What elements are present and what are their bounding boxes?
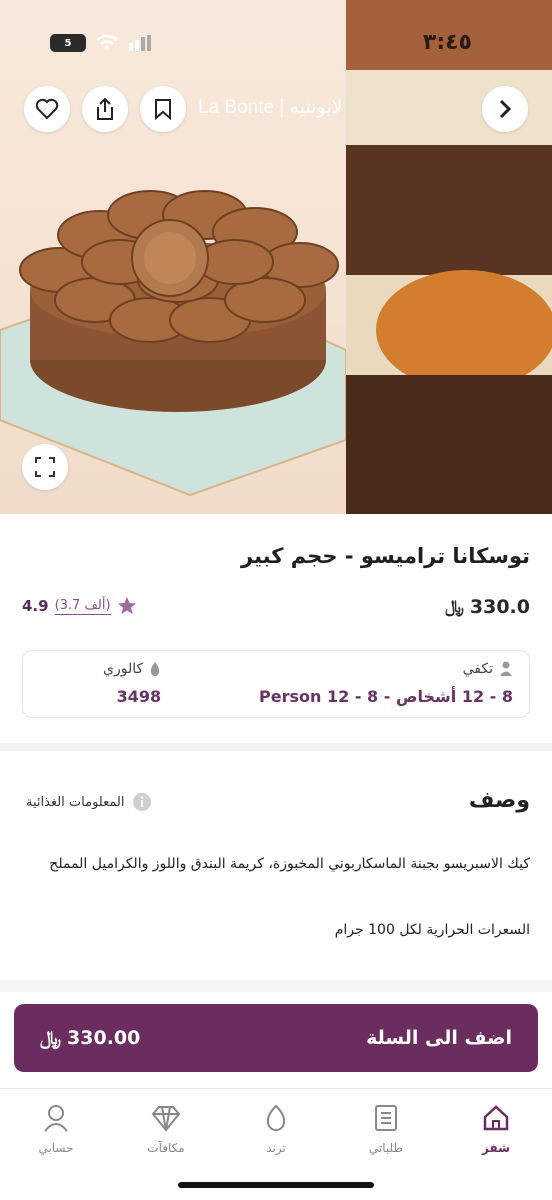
nutrition-info-link[interactable]: المعلومات الغذائية	[26, 792, 152, 812]
heart-icon	[35, 98, 59, 120]
tab-account-label: حسابي	[38, 1141, 74, 1155]
section-divider	[0, 980, 552, 992]
bookmark-icon	[155, 99, 171, 120]
info-card: تكفي 8 - 12 أشخاص - 8 - 12 Person كالوري…	[22, 650, 530, 718]
tab-trend-label: ترند	[266, 1141, 286, 1155]
favorite-button[interactable]	[24, 86, 70, 132]
bookmark-button[interactable]	[140, 86, 186, 132]
rating-score: 4.9	[22, 597, 49, 615]
person-icon	[500, 661, 512, 676]
expand-image-button[interactable]	[22, 444, 68, 490]
battery-icon: 5	[50, 34, 86, 52]
rating-count[interactable]: (3.7 ألف)	[54, 598, 111, 615]
signal-icon	[129, 35, 151, 51]
back-button[interactable]	[482, 86, 528, 132]
bottom-tab-bar: شفز طلباتي ترند مكافآت حسابي	[0, 1088, 552, 1200]
product-price: ﷼ 330.0	[445, 596, 530, 618]
product-image-gallery[interactable]: 5 ٣:٤٥ La Bonte | لابونتيه	[0, 0, 552, 514]
description-text: كيك الاسبريسو بجبنة الماسكاربوني المخبوز…	[49, 856, 530, 872]
cake-slice-image	[346, 0, 552, 514]
tab-trend[interactable]: ترند	[236, 1101, 316, 1155]
tab-orders[interactable]: طلباتي	[346, 1101, 426, 1155]
flame-icon	[150, 662, 160, 676]
tab-home[interactable]: شفز	[456, 1101, 536, 1155]
home-icon	[483, 1105, 509, 1131]
riyal-icon: ﷼	[445, 597, 464, 617]
description-title: وصف	[468, 788, 530, 813]
cake-image	[0, 0, 347, 514]
chevron-right-icon	[499, 99, 512, 119]
status-icons: 5	[50, 34, 152, 52]
expand-icon	[35, 457, 55, 477]
serves-label: تكفي	[462, 661, 493, 677]
cart-price: ﷼ 330.00	[40, 1027, 140, 1049]
serves-info: تكفي 8 - 12 أشخاص - 8 - 12 Person	[259, 661, 513, 706]
section-divider	[0, 743, 552, 751]
status-time: ٣:٤٥	[422, 30, 472, 55]
product-title: توسكانا تراميسو - حجم كبير	[241, 544, 530, 568]
product-price-value: 330.0	[469, 596, 530, 618]
rating[interactable]: 4.9 (3.7 ألف)	[22, 596, 137, 616]
calories-label: كالوري	[103, 661, 144, 677]
share-button[interactable]	[82, 86, 128, 132]
nutrition-link-label: المعلومات الغذائية	[26, 794, 125, 810]
diamond-icon	[151, 1106, 181, 1132]
share-icon	[97, 97, 113, 120]
star-icon	[117, 597, 136, 614]
home-indicator	[178, 1182, 374, 1188]
orders-icon	[375, 1105, 397, 1131]
tab-rewards-label: مكافآت	[147, 1141, 185, 1155]
tab-account[interactable]: حسابي	[16, 1101, 96, 1155]
add-to-cart-button[interactable]: ﷼ 330.00 اضف الى السلة	[14, 1004, 538, 1072]
user-icon	[44, 1105, 68, 1132]
riyal-icon: ﷼	[40, 1027, 62, 1049]
calories-info: كالوري 3498	[103, 661, 161, 706]
brand-label: La Bonte | لابونتيه	[198, 97, 343, 118]
tab-home-label: شفز	[482, 1141, 510, 1155]
trend-icon	[266, 1104, 286, 1131]
wifi-icon	[96, 35, 118, 51]
price-rating-row: ﷼ 330.0 4.9 (3.7 ألف)	[22, 596, 530, 624]
tab-rewards[interactable]: مكافآت	[126, 1101, 206, 1155]
tab-orders-label: طلباتي	[368, 1141, 404, 1155]
serves-value: 8 - 12 أشخاص - 8 - 12 Person	[259, 687, 513, 706]
calories-note: السعرات الحرارية لكل 100 جرام	[334, 922, 530, 938]
add-to-cart-label: اضف الى السلة	[366, 1027, 512, 1049]
info-icon	[133, 793, 152, 811]
calories-value: 3498	[116, 687, 162, 706]
cart-price-value: 330.00	[67, 1027, 141, 1049]
